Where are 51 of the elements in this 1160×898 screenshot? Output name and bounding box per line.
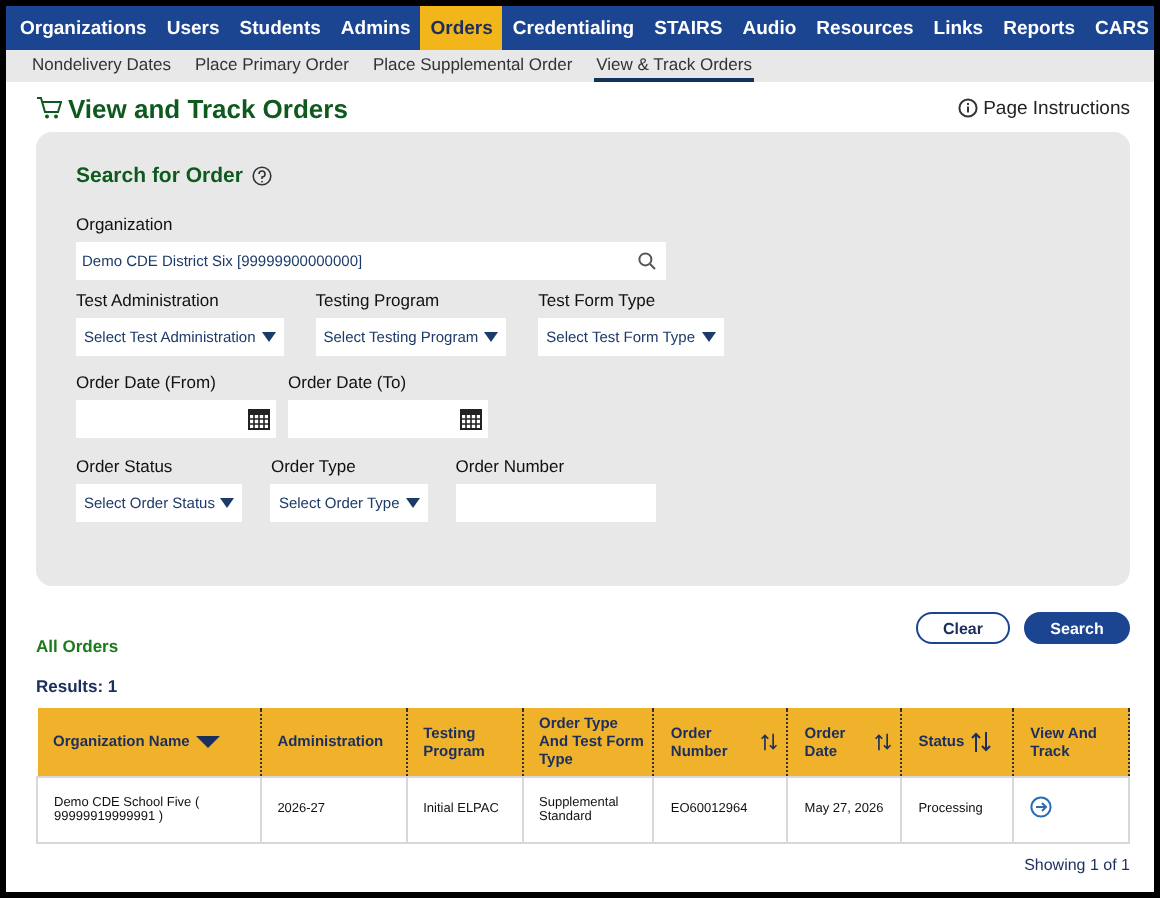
sort-icon[interactable]	[970, 731, 993, 752]
caret-icon	[261, 332, 276, 342]
caret-icon	[220, 498, 235, 508]
nav-tab[interactable]: Admins	[330, 6, 421, 50]
nav-tab[interactable]: Orders	[420, 6, 503, 50]
nav-tab[interactable]: Links	[923, 6, 994, 50]
nav-tab[interactable]: Organizations	[10, 6, 157, 50]
section-title: Search for Order	[76, 164, 243, 188]
clear-button[interactable]: Clear	[916, 612, 1010, 644]
nav-tab[interactable]: Audio	[732, 6, 807, 50]
search-icon[interactable]	[638, 252, 656, 270]
page-instructions-link[interactable]: Page Instructions	[957, 97, 1130, 119]
field-label: Order Status	[76, 456, 175, 476]
nav-tab[interactable]: Resources	[806, 6, 924, 50]
caret-icon	[701, 332, 715, 342]
date-field[interactable]	[76, 400, 276, 438]
subnav-tab[interactable]: View & Track Orders	[594, 50, 754, 82]
field-label: Test Administration	[76, 290, 221, 310]
field-label: Order Date (From)	[76, 372, 218, 392]
field-label: Test Form Type	[538, 290, 658, 310]
calendar-icon[interactable]	[460, 408, 482, 430]
caret-icon	[484, 332, 499, 342]
search-button[interactable]: Search	[1024, 612, 1130, 644]
field-label: Order Type	[270, 456, 358, 476]
field-label: Order Number	[455, 456, 567, 476]
nav-tab[interactable]: Reports	[993, 6, 1085, 50]
results-count: Results: 1	[34, 676, 120, 696]
field-label: Organization	[76, 214, 175, 234]
nav-tab[interactable]: Users	[156, 6, 230, 50]
date-field[interactable]	[288, 400, 488, 438]
caret-icon	[405, 498, 420, 508]
pagination-text: Showing 1 of 1	[1022, 853, 1132, 873]
subnav-tab[interactable]: Place Supplemental Order	[370, 50, 575, 82]
field-label: Testing Program	[315, 290, 442, 310]
sort-descending-icon[interactable]	[195, 735, 220, 748]
nav-tab[interactable]: CARS	[1084, 6, 1159, 50]
info-icon	[957, 98, 978, 118]
subnav-tab[interactable]: Nondelivery Dates	[30, 50, 173, 82]
subnav-tab[interactable]: Place Primary Order	[192, 50, 351, 82]
sort-icon[interactable]	[760, 731, 779, 752]
nav-tab[interactable]: STAIRS	[644, 6, 733, 50]
help-icon[interactable]	[252, 166, 273, 186]
section-title: All Orders	[34, 636, 121, 656]
field-label: Order Date (To)	[288, 372, 409, 392]
nav-tab[interactable]: Students	[229, 6, 331, 50]
sort-icon[interactable]	[874, 731, 893, 752]
page-title: View and Track Orders	[68, 93, 348, 123]
nav-tab[interactable]: Credentialing	[502, 6, 645, 50]
cart-icon	[36, 96, 62, 120]
calendar-icon[interactable]	[248, 408, 270, 430]
arrow-circle-icon[interactable]	[1030, 796, 1053, 818]
